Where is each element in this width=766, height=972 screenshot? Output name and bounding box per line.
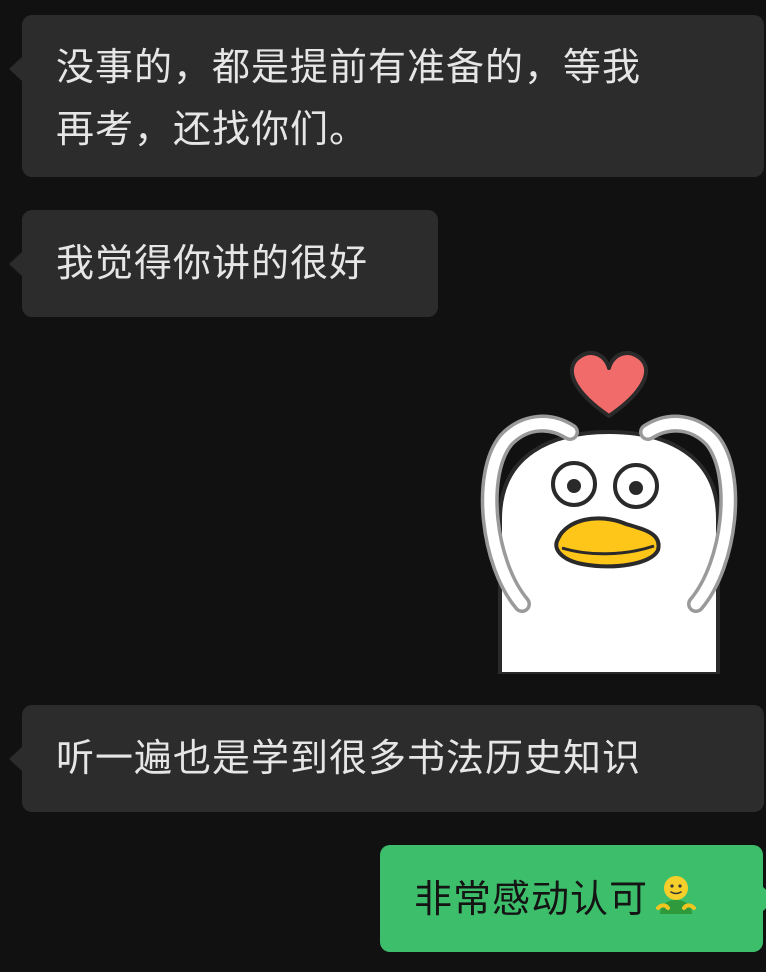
- chat-area: 没事的，都是提前有准备的，等我 再考，还找你们。 我觉得你讲的很好 听一遍也是学…: [0, 0, 766, 972]
- message-bubble-outgoing[interactable]: 非常感动认可: [380, 845, 766, 952]
- message-text-line: 再考，还找你们。: [56, 107, 369, 151]
- message-text: 非常感动认可: [414, 877, 649, 921]
- duck-heart-sticker[interactable]: [478, 344, 740, 676]
- smiley-figure-emoji: [654, 874, 698, 918]
- message-bubble-incoming[interactable]: 我觉得你讲的很好: [9, 210, 438, 317]
- duck-sticker-image: [480, 351, 738, 676]
- message-text-line: 没事的，都是提前有准备的，等我: [56, 45, 642, 89]
- message-bubble-incoming[interactable]: 没事的，都是提前有准备的，等我 再考，还找你们。: [9, 15, 764, 177]
- message-text: 听一遍也是学到很多书法历史知识: [56, 736, 642, 780]
- message-text: 我觉得你讲的很好: [56, 241, 369, 285]
- message-bubble-incoming[interactable]: 听一遍也是学到很多书法历史知识: [9, 705, 764, 812]
- heart-icon: [569, 351, 649, 418]
